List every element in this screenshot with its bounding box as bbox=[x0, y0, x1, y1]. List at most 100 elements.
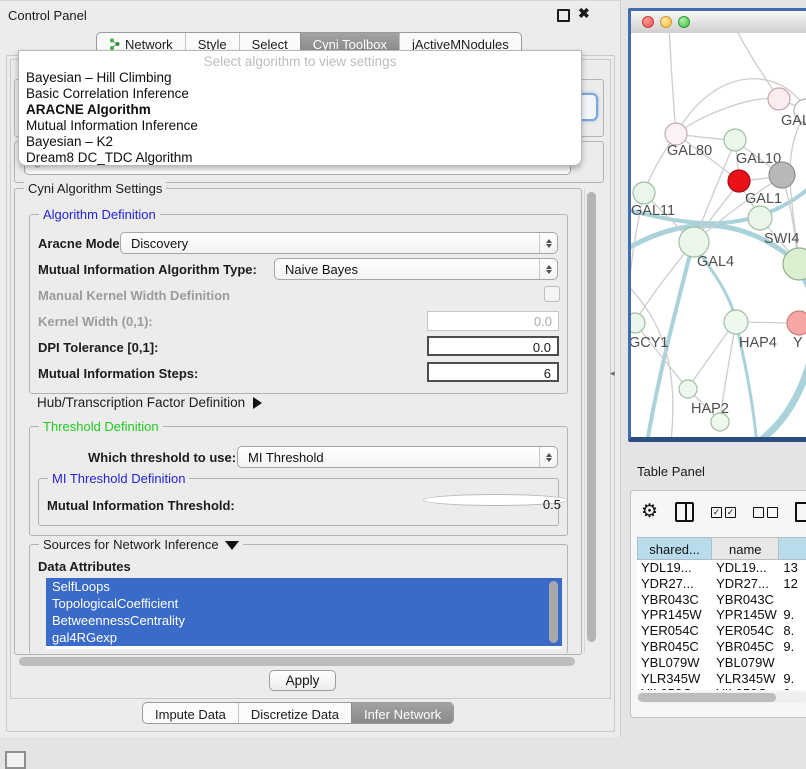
dpi-tolerance-field[interactable]: 0.0 bbox=[427, 336, 559, 356]
mi-steps-field[interactable]: 6 bbox=[427, 362, 559, 382]
algorithm-option[interactable]: ARACNE Algorithm bbox=[19, 102, 581, 118]
algorithm-option[interactable]: Basic Correlation Inference bbox=[19, 86, 581, 102]
table-cell bbox=[779, 655, 806, 671]
minimized-panel-button[interactable] bbox=[5, 751, 26, 769]
table-cell: YBR045C bbox=[712, 639, 779, 655]
table-column-header[interactable] bbox=[779, 537, 806, 560]
split-columns-icon[interactable] bbox=[675, 502, 694, 522]
tab-infer-network[interactable]: Infer Network bbox=[351, 703, 453, 723]
threshold-definition-group: Threshold Definition Which threshold to … bbox=[29, 426, 568, 536]
network-edge[interactable] bbox=[676, 98, 779, 134]
table-row[interactable]: YPR145WYPR145W9. bbox=[637, 607, 806, 623]
network-node[interactable] bbox=[787, 311, 806, 335]
attributes-scrollbar[interactable] bbox=[549, 581, 558, 643]
mi-threshold-group: MI Threshold Definition Mutual Informati… bbox=[38, 478, 559, 526]
table-row[interactable]: YLR345WYLR345W9. bbox=[637, 671, 806, 687]
table-cell: 8. bbox=[779, 623, 806, 639]
checked-box-icon: ✓ bbox=[711, 507, 722, 518]
network-node[interactable] bbox=[724, 129, 746, 151]
algorithm-option[interactable]: Dream8 DC_TDC Algorithm bbox=[19, 150, 581, 166]
attribute-item[interactable]: BetweennessCentrality bbox=[46, 612, 562, 629]
kernel-width-field[interactable]: 0.0 bbox=[427, 311, 559, 331]
manual-kernel-checkbox[interactable] bbox=[544, 286, 560, 302]
table-cell: YIL052C bbox=[637, 686, 712, 690]
table-cell: 12 bbox=[779, 576, 806, 592]
which-threshold-combobox[interactable]: MI Threshold bbox=[237, 446, 558, 468]
table-hscroll-thumb[interactable] bbox=[638, 693, 776, 702]
network-node[interactable] bbox=[665, 123, 687, 145]
network-node[interactable] bbox=[748, 206, 772, 230]
network-node-label: GAL1 bbox=[745, 191, 782, 207]
network-edge[interactable] bbox=[735, 33, 779, 99]
zoom-window-icon[interactable] bbox=[678, 16, 690, 28]
tab-infer-network-label: Infer Network bbox=[364, 707, 441, 722]
float-panel-icon[interactable] bbox=[557, 9, 570, 22]
table-column-header[interactable]: shared... bbox=[637, 537, 712, 560]
tab-discretize-data[interactable]: Discretize Data bbox=[238, 703, 351, 723]
network-node[interactable] bbox=[711, 413, 729, 431]
network-node[interactable] bbox=[769, 162, 795, 188]
network-node[interactable] bbox=[679, 227, 709, 257]
settings-vscroll-thumb[interactable] bbox=[587, 192, 596, 642]
close-icon[interactable]: ✖ bbox=[578, 5, 590, 22]
network-node[interactable] bbox=[724, 310, 748, 334]
network-view-window[interactable]: GALGAL80GAL10GAL1GAL11SWI4GAL4GCY1HAP4YH… bbox=[628, 8, 806, 442]
which-threshold-label: Which threshold to use: bbox=[88, 450, 236, 465]
settings-group-title: Cyni Algorithm Settings bbox=[24, 181, 166, 196]
aracne-mode-combobox[interactable]: Discovery bbox=[120, 232, 558, 254]
attribute-item[interactable]: SelfLoops bbox=[46, 578, 562, 595]
settings-hscroll-thumb[interactable] bbox=[19, 657, 575, 666]
network-node[interactable] bbox=[633, 182, 655, 204]
cyni-bottom-tabs: Impute Data Discretize Data Infer Networ… bbox=[142, 702, 454, 724]
gear-icon[interactable]: ⚙ bbox=[641, 502, 658, 522]
table-cell: YBR045C bbox=[637, 639, 712, 655]
spinner-icon bbox=[539, 233, 557, 253]
expander-down-icon[interactable] bbox=[225, 541, 239, 550]
table-row[interactable]: YDL19...YDL19...13 bbox=[637, 560, 806, 576]
network-edge[interactable] bbox=[688, 322, 735, 388]
mi-threshold-field[interactable]: 0.5 bbox=[423, 494, 568, 506]
attribute-item[interactable]: TopologicalCoefficient bbox=[46, 595, 562, 612]
network-window-titlebar[interactable] bbox=[631, 11, 806, 34]
table-row[interactable]: YBR043CYBR043C bbox=[637, 592, 806, 608]
network-node[interactable] bbox=[631, 313, 645, 333]
dropdown-placeholder: Select algorithm to view settings bbox=[19, 51, 581, 70]
table-cell: YDR27... bbox=[637, 576, 712, 592]
table-cell: YLR345W bbox=[637, 671, 712, 687]
mi-type-combobox[interactable]: Naive Bayes bbox=[274, 258, 558, 280]
close-window-icon[interactable] bbox=[642, 16, 654, 28]
data-attributes-list[interactable]: SelfLoopsTopologicalCoefficientBetweenne… bbox=[46, 578, 562, 649]
table-row[interactable]: YIL052CYIL052C9. bbox=[637, 686, 806, 690]
network-node[interactable] bbox=[679, 380, 697, 398]
table-row[interactable]: YDR27...YDR27...12 bbox=[637, 576, 806, 592]
algorithm-option[interactable]: Bayesian – Hill Climbing bbox=[19, 70, 581, 86]
table-row[interactable]: YBL079WYBL079W bbox=[637, 655, 806, 671]
minimize-window-icon[interactable] bbox=[660, 16, 672, 28]
network-node[interactable] bbox=[768, 88, 790, 110]
table-row[interactable]: YBR045CYBR045C9. bbox=[637, 639, 806, 655]
settings-vscroll-track[interactable] bbox=[584, 189, 599, 653]
table-cell: YPR145W bbox=[637, 607, 712, 623]
export-table-icon[interactable] bbox=[795, 502, 806, 522]
table-row[interactable]: YER054CYER054C8. bbox=[637, 623, 806, 639]
table-cell bbox=[779, 592, 806, 608]
select-all-columns-icon[interactable]: ✓✓ bbox=[711, 507, 736, 518]
attribute-item[interactable]: gal4RGexp bbox=[46, 629, 562, 646]
table-cell: YIL052C bbox=[712, 686, 779, 690]
algorithm-option[interactable]: Bayesian – K2 bbox=[19, 134, 581, 150]
threshold-definition-title: Threshold Definition bbox=[39, 419, 163, 434]
table-column-header[interactable]: name bbox=[712, 537, 779, 560]
network-edge[interactable] bbox=[669, 33, 676, 134]
hub-definition-expander[interactable]: Hub/Transcription Factor Definition bbox=[37, 395, 262, 410]
network-canvas[interactable]: GALGAL80GAL10GAL1GAL11SWI4GAL4GCY1HAP4YH… bbox=[631, 33, 806, 437]
algorithm-option[interactable]: Mutual Information Inference bbox=[19, 118, 581, 134]
tab-impute-data[interactable]: Impute Data bbox=[143, 703, 238, 723]
apply-button[interactable]: Apply bbox=[269, 670, 336, 691]
network-node-label: Y bbox=[793, 335, 803, 351]
panel-splitter-handle[interactable]: ◂ bbox=[610, 368, 615, 379]
network-graph: GALGAL80GAL10GAL1GAL11SWI4GAL4GCY1HAP4YH… bbox=[631, 33, 806, 437]
deselect-all-columns-icon[interactable] bbox=[753, 507, 778, 518]
cyni-algorithm-settings-group: Cyni Algorithm Settings Algorithm Defini… bbox=[14, 188, 582, 655]
network-node[interactable] bbox=[728, 170, 750, 192]
table-cell: 13 bbox=[779, 560, 806, 576]
